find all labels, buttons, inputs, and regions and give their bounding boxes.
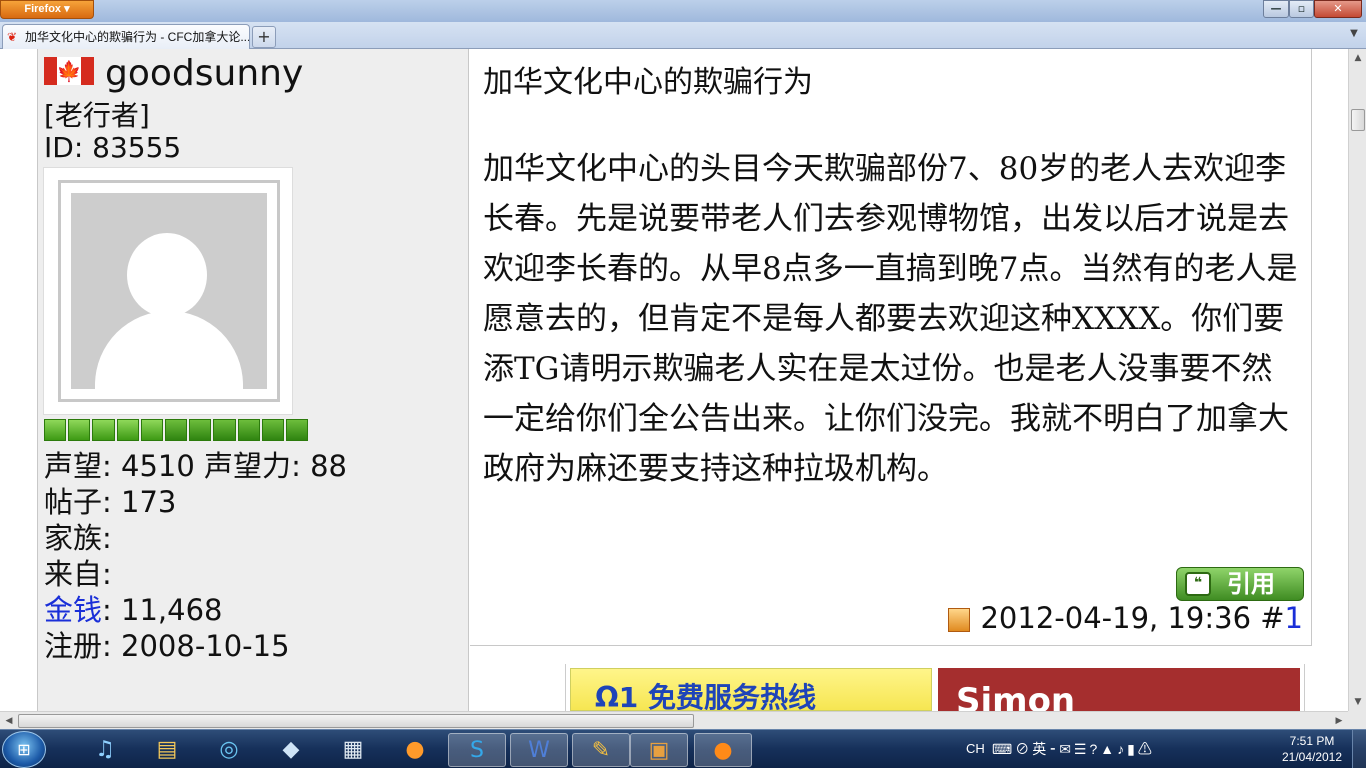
post-body: 加华文化中心的头目今天欺骗部份7、80岁的老人去欢迎李长春。先是说要带老人们去参… [483,151,1298,487]
stat-register: 注册: 2008-10-15 [44,629,290,663]
rep-power-label: 声望力 [204,449,292,483]
rep-power-value: 88 [310,449,347,483]
from-label: 来自 [44,557,103,591]
divider [1304,664,1305,711]
window-titlebar: Firefox ▾ — ▫ ✕ [0,0,1366,22]
clock[interactable]: 7:51 PM 21/04/2012 [1278,733,1346,765]
level-bar-segment [44,419,67,441]
show-desktop-button[interactable] [1352,730,1366,768]
tray-icons[interactable]: ⌨⊘英⁃✉☰?▲♪▮⚠ [992,730,1155,768]
user-rank: [老行者] [44,99,150,132]
level-bar-segment [237,419,260,441]
firefox-active-icon[interactable]: ● [694,733,752,767]
level-bar-segment [189,419,212,441]
firefox-icon[interactable]: ● [386,733,444,767]
paint-icon[interactable]: ✎ [572,733,630,767]
money-value: 11,468 [121,593,223,627]
skype-icon[interactable]: S [448,733,506,767]
scroll-up-icon[interactable]: ▲ [1351,51,1365,65]
avatar-head [127,233,207,317]
default-person-icon [71,193,267,389]
start-button[interactable]: ⊞ [2,731,46,768]
level-bar-segment [261,419,284,441]
reputation-label: 声望 [44,449,103,483]
scroll-down-icon[interactable]: ▼ [1351,695,1365,709]
calculator-icon[interactable]: ▦ [324,733,382,767]
level-bar-segment [285,419,309,441]
maple-leaf-icon: 🍁 [56,57,82,85]
minimize-button[interactable]: — [1263,0,1289,18]
tab-strip: ❦ 加华文化中心的欺骗行为 - CFC加拿大论... + ▼ [0,22,1366,49]
user-info-panel: 🍁 goodsunny [老行者] ID: 83555 声望: 4510 声望力… [37,49,469,711]
ad-banner-simon[interactable]: Simon [938,668,1300,711]
horizontal-scrollbar[interactable]: ◀ ▶ [0,711,1348,729]
close-button[interactable]: ✕ [1314,0,1362,18]
word-icon[interactable]: W [510,733,568,767]
ad-row: Ω1 免费服务热线 Simon [470,646,1312,711]
app-window-icon[interactable]: ▣ [630,733,688,767]
posts-label: 帖子 [44,485,103,519]
canada-flag-icon: 🍁 [44,57,94,85]
windows-taskbar: ⊞ ♫ ▤ ◎ ◆ ▦ ● S W ✎ ▣ ● CH ⌨⊘英⁃✉☰?▲♪▮⚠ 7… [0,729,1366,768]
level-bar-segment [68,419,91,441]
ad-banner-hotline[interactable]: Ω1 免费服务热线 [570,668,932,711]
register-value: 2008-10-15 [121,629,290,663]
post-content: 加华文化中心的欺骗行为 加华文化中心的头目今天欺骗部份7、80岁的老人去欢迎李长… [470,49,1312,646]
tab-title: 加华文化中心的欺骗行为 - CFC加拿大论... [25,30,250,44]
file-explorer-icon[interactable]: ▤ [138,733,196,767]
post-datetime: 2012-04-19, 19:36 # [980,601,1285,635]
money-link[interactable]: 金钱 [44,593,102,627]
scrollbar-corner [1348,711,1366,729]
register-label: 注册 [44,629,103,663]
tab-active[interactable]: ❦ 加华文化中心的欺骗行为 - CFC加拿大论... [2,24,250,49]
page-margin [0,49,37,711]
chevron-down-icon[interactable]: ▼ [1346,28,1362,42]
notepad-icon[interactable]: ◆ [262,733,320,767]
level-bar-segment [92,419,115,441]
avatar-body [95,311,243,389]
post-number-link[interactable]: 1 [1285,601,1303,635]
maple-leaf-favicon-icon: ❦ [7,30,18,44]
avatar [43,167,293,415]
level-bar-segment [140,419,163,441]
clock-date: 21/04/2012 [1281,750,1343,764]
firefox-menu-button[interactable]: Firefox ▾ [0,0,94,19]
clan-label: 家族 [44,521,103,555]
level-bar-segment [213,419,236,441]
quote-label: 引用 [1227,570,1275,598]
level-bar-segment [164,419,188,441]
maximize-button[interactable]: ▫ [1289,0,1314,18]
system-tray: CH ⌨⊘英⁃✉☰?▲♪▮⚠ [956,730,1276,768]
reputation-value: 4510 [121,449,195,483]
user-id: ID: 83555 [44,131,182,164]
vertical-scrollbar[interactable]: ▲ ▼ [1348,49,1366,711]
avatar-frame [58,180,280,402]
horizontal-scroll-thumb[interactable] [18,714,694,728]
new-tab-button[interactable]: + [252,26,276,48]
page-content: 🍁 goodsunny [老行者] ID: 83555 声望: 4510 声望力… [0,49,1348,711]
post-meta: 2012-04-19, 19:36 #1 [940,601,1303,641]
itunes-icon[interactable]: ♫ [76,733,134,767]
quote-icon: ❝ [1185,572,1211,596]
quote-button[interactable]: ❝ 引用 [1176,567,1304,601]
post-title: 加华文化中心的欺骗行为 [483,65,813,100]
posts-value: 173 [121,485,177,519]
scroll-left-icon[interactable]: ◀ [2,714,16,728]
post-status-icon [948,608,971,632]
divider [565,664,566,711]
clock-time: 7:51 PM [1289,734,1335,748]
level-bar-segment [116,419,139,441]
vertical-scroll-thumb[interactable] [1351,109,1365,131]
language-indicator[interactable]: CH [966,730,985,768]
search-app-icon[interactable]: ◎ [200,733,258,767]
reputation-level-bar [44,419,309,441]
firefox-menu-label: Firefox [24,3,62,15]
scroll-right-icon[interactable]: ▶ [1332,714,1346,728]
username-link[interactable]: goodsunny [105,53,303,94]
